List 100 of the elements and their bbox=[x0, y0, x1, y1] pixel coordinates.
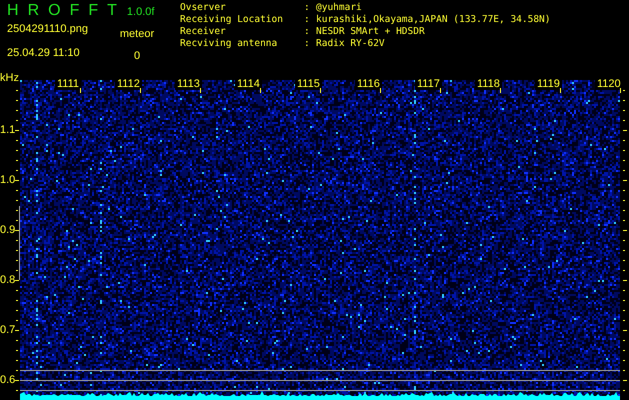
tick-mark bbox=[623, 290, 625, 291]
frequency-label: 1118 bbox=[475, 78, 502, 90]
tick-mark bbox=[623, 270, 625, 271]
tick-mark bbox=[16, 90, 18, 91]
tick-mark bbox=[440, 88, 441, 93]
tick-mark bbox=[16, 260, 18, 261]
tick-mark bbox=[623, 310, 625, 311]
tick-mark bbox=[16, 300, 18, 301]
tick-mark bbox=[623, 170, 625, 171]
counter-label: meteor bbox=[120, 27, 154, 41]
axis-label: 1.0 bbox=[0, 174, 15, 186]
tick-mark bbox=[15, 380, 19, 381]
tick-mark bbox=[623, 350, 625, 351]
axis-label: 0.8 bbox=[0, 274, 15, 286]
tick-mark bbox=[16, 220, 18, 221]
frequency-label: 1119 bbox=[535, 78, 562, 90]
tick-mark bbox=[500, 88, 501, 93]
title-letter: F bbox=[88, 1, 98, 21]
tick-mark bbox=[15, 230, 19, 231]
tick-mark bbox=[16, 110, 18, 111]
tick-mark bbox=[623, 330, 627, 331]
tick-mark bbox=[16, 390, 18, 391]
tick-mark bbox=[15, 130, 19, 131]
title-letter: H bbox=[7, 1, 19, 21]
tick-mark bbox=[623, 380, 627, 381]
info-separator: : bbox=[304, 26, 311, 38]
tick-mark bbox=[623, 110, 625, 111]
title-letter: T bbox=[107, 1, 117, 21]
tick-mark bbox=[16, 250, 18, 251]
frequency-label: 1115 bbox=[295, 78, 322, 90]
tick-mark bbox=[15, 330, 19, 331]
frequency-label: 1120 bbox=[595, 78, 623, 90]
tick-mark bbox=[623, 390, 625, 391]
info-value: kurashiki,Okayama,JAPAN (133.77E, 34.58N) bbox=[316, 14, 550, 26]
filename-label: 2504291110.png bbox=[7, 22, 89, 36]
info-separator: : bbox=[304, 38, 311, 50]
tick-mark bbox=[16, 200, 18, 201]
tick-mark bbox=[623, 220, 625, 221]
title-letter: F bbox=[70, 1, 80, 21]
counter-value: 0 bbox=[134, 49, 140, 63]
tick-mark bbox=[16, 370, 18, 371]
tick-mark bbox=[16, 150, 18, 151]
tick-mark bbox=[623, 180, 627, 181]
info-label: Recviving antenna bbox=[180, 38, 278, 50]
tick-mark bbox=[16, 190, 18, 191]
tick-mark bbox=[623, 320, 625, 321]
tick-mark bbox=[623, 300, 625, 301]
tick-mark bbox=[560, 88, 561, 93]
tick-mark bbox=[16, 320, 18, 321]
tick-mark bbox=[16, 100, 18, 101]
title-letter: O bbox=[48, 1, 61, 21]
frequency-label: 1116 bbox=[355, 78, 382, 90]
info-value: @yuhmari bbox=[316, 2, 362, 14]
version-label: 1.0.0f bbox=[126, 5, 154, 20]
info-label: Receiving Location bbox=[180, 14, 284, 26]
info-separator: : bbox=[304, 14, 311, 26]
tick-mark bbox=[16, 290, 18, 291]
tick-mark bbox=[623, 130, 627, 131]
tick-mark bbox=[16, 160, 18, 161]
frequency-label: 1111 bbox=[55, 78, 82, 90]
info-label: Ovserver bbox=[180, 2, 227, 14]
tick-mark bbox=[623, 250, 625, 251]
tick-mark bbox=[623, 230, 627, 231]
axis-label: 0.7 bbox=[0, 324, 15, 336]
tick-mark bbox=[16, 340, 18, 341]
tick-mark bbox=[623, 140, 625, 141]
tick-mark bbox=[16, 350, 18, 351]
axis-label: 0.6 bbox=[0, 374, 15, 386]
tick-mark bbox=[623, 210, 625, 211]
frequency-label: 1113 bbox=[175, 78, 202, 90]
tick-mark bbox=[16, 240, 18, 241]
tick-mark bbox=[623, 340, 625, 341]
axis-unit-label: kHz bbox=[0, 72, 19, 84]
tick-mark bbox=[16, 210, 18, 211]
tick-mark bbox=[623, 160, 625, 161]
frequency-label: 1117 bbox=[415, 78, 442, 90]
tick-mark bbox=[623, 260, 625, 261]
tick-mark bbox=[320, 88, 321, 93]
frequency-label: 1114 bbox=[235, 78, 262, 90]
tick-mark bbox=[260, 88, 261, 93]
tick-mark bbox=[140, 88, 141, 93]
tick-mark bbox=[623, 120, 625, 121]
tick-mark bbox=[623, 150, 625, 151]
tick-mark bbox=[623, 240, 625, 241]
info-separator: : bbox=[304, 2, 311, 14]
tick-mark bbox=[16, 270, 18, 271]
axis-label: 0.9 bbox=[0, 224, 15, 236]
tick-mark bbox=[15, 280, 19, 281]
tick-mark bbox=[15, 180, 19, 181]
axis-label: 1.1 bbox=[0, 124, 15, 136]
datetime-label: 25.04.29 11:10 bbox=[7, 46, 81, 60]
tick-mark bbox=[200, 88, 201, 93]
tick-mark bbox=[623, 100, 625, 101]
tick-mark bbox=[623, 190, 625, 191]
info-value: Radix RY-62V bbox=[316, 38, 385, 50]
info-label: Receiver bbox=[180, 26, 227, 38]
info-value: NESDR SMArt + HDSDR bbox=[316, 26, 425, 38]
tick-mark bbox=[623, 370, 625, 371]
tick-mark bbox=[80, 88, 81, 93]
tick-mark bbox=[16, 140, 18, 141]
